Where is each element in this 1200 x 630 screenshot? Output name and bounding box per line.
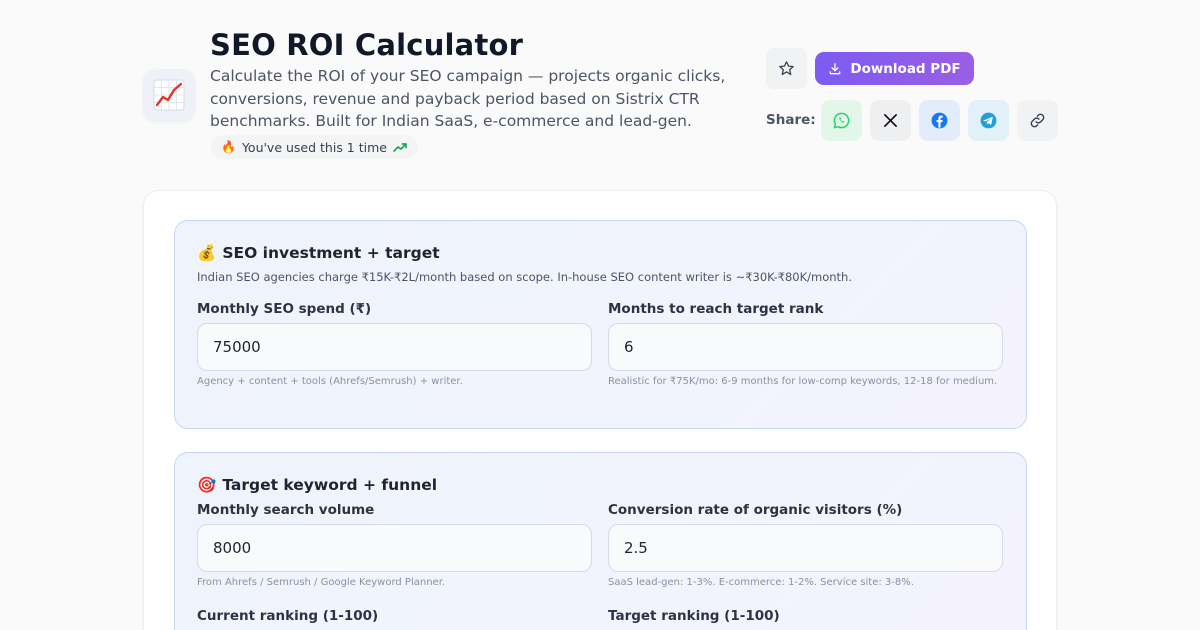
telegram-icon [980,112,997,129]
conversion-rate-input[interactable] [608,524,1003,572]
page: SEO ROI Calculator Calculate the ROI of … [0,0,1200,630]
download-pdf-button[interactable]: Download PDF [815,52,974,85]
section-title: 💰 SEO investment + target [197,244,440,262]
conversion-rate-label: Conversion rate of organic visitors (%) [608,502,903,518]
current-ranking-label: Current ranking (1-100) [197,608,379,624]
whatsapp-icon [833,112,850,129]
months-to-target-label: Months to reach target rank [608,301,824,317]
monthly-seo-spend-input[interactable] [197,323,592,371]
section-title-text: SEO investment + target [222,244,440,262]
search-volume-input[interactable] [197,524,592,572]
chart-increasing-icon [153,79,185,111]
share-facebook-button[interactable] [919,100,960,141]
copy-link-button[interactable] [1017,100,1058,141]
download-pdf-label: Download PDF [850,60,961,77]
search-volume-hint: From Ahrefs / Semrush / Google Keyword P… [197,577,446,588]
section-title-text: Target keyword + funnel [222,476,438,494]
share-x-button[interactable] [870,100,911,141]
share-whatsapp-button[interactable] [821,100,862,141]
page-subtitle: Calculate the ROI of your SEO campaign —… [210,67,726,130]
trending-up-icon [393,142,407,152]
money-bag-icon: 💰 [197,244,217,262]
search-volume-label: Monthly search volume [197,502,375,518]
share-telegram-button[interactable] [968,100,1009,141]
usage-badge: 🔥 You've used this 1 time [211,135,418,159]
facebook-icon [931,112,948,129]
x-logo-icon [884,114,897,127]
star-icon [779,61,794,76]
page-title: SEO ROI Calculator [210,28,524,62]
monthly-seo-spend-label: Monthly SEO spend (₹) [197,301,372,317]
monthly-seo-spend-hint: Agency + content + tools (Ahrefs/Semrush… [197,376,463,387]
app-icon [143,69,195,121]
share-label: Share: [766,112,816,128]
months-to-target-hint: Realistic for ₹75K/mo: 6-9 months for lo… [608,376,998,387]
target-ranking-label: Target ranking (1-100) [608,608,780,624]
section-description: Indian SEO agencies charge ₹15K-₹2L/mont… [197,270,852,284]
target-icon: 🎯 [197,476,217,494]
months-to-target-input[interactable] [608,323,1003,371]
conversion-rate-hint: SaaS lead-gen: 1-3%. E-commerce: 1-2%. S… [608,577,914,588]
section-title: 🎯 Target keyword + funnel [197,476,437,494]
favorite-button[interactable] [766,48,807,89]
fire-icon: 🔥 [221,140,236,154]
download-icon [830,62,841,74]
usage-text: You've used this 1 time [241,139,387,155]
link-icon [1030,113,1045,128]
